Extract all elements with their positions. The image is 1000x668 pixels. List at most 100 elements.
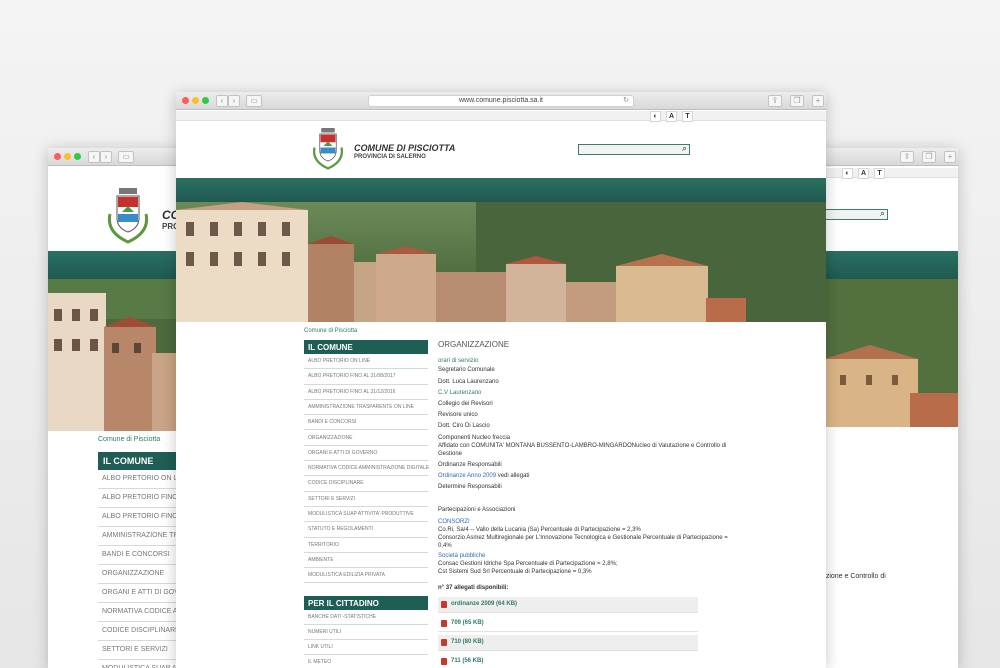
ordinanze-anno-link[interactable]: Ordinanze Anno 2009 bbox=[438, 473, 496, 479]
societa-link[interactable]: Società pubbliche bbox=[438, 553, 485, 559]
consorzi-link[interactable]: CONSORZI bbox=[438, 519, 470, 525]
back-icon[interactable]: ‹ bbox=[216, 95, 228, 107]
orari-link[interactable]: orari di servizio bbox=[438, 358, 478, 364]
zoom-dot-icon[interactable] bbox=[202, 97, 209, 104]
zoom-dot-icon[interactable] bbox=[74, 153, 81, 160]
back-icon[interactable]: ‹ bbox=[88, 151, 100, 163]
search-input[interactable]: ⌕ bbox=[578, 143, 690, 155]
attachment-link[interactable]: 710 (80 KB) bbox=[451, 639, 484, 645]
tabs-icon[interactable]: ❐ bbox=[790, 95, 804, 107]
sidebar-item[interactable]: STATUTO E REGOLAMENTI bbox=[304, 522, 428, 538]
back-sidebar-item[interactable]: ORGANIZZAZIONE bbox=[98, 565, 178, 584]
sidebar-item[interactable]: MODULISTICA SUAP ATTIVITA' PRODUTTIVE bbox=[304, 507, 428, 523]
revisore-label: Revisore unico bbox=[438, 412, 478, 418]
citizen-menu-item[interactable]: IL METEO bbox=[304, 655, 428, 668]
contrast-button[interactable]: ◐ bbox=[650, 111, 661, 122]
attachment-row[interactable]: 710 (80 KB) bbox=[438, 635, 698, 651]
sidebar-item[interactable]: AMMINISTRAZIONE TRASPARENTE ON LINE bbox=[304, 399, 428, 416]
plus-icon[interactable]: + bbox=[944, 151, 956, 163]
search-icon[interactable]: ⌕ bbox=[682, 143, 687, 154]
sidebar-item-label: ORGANI E ATTI DI GOVERNO bbox=[308, 449, 378, 456]
citizen-menu-item[interactable]: BANCHE DATI -STATISTICHE bbox=[304, 610, 428, 625]
back-sidebar-item[interactable]: NORMATIVA CODICE AMMIN bbox=[98, 603, 196, 622]
share-icon[interactable]: ⇪ bbox=[768, 95, 782, 107]
sidebar-item-label: SETTORI E SERVIZI bbox=[308, 495, 356, 502]
back-sidebar-item[interactable]: SETTORI E SERVIZI bbox=[98, 641, 178, 660]
back-sidebar-item[interactable]: MODULISTICA SUAP ATTIV bbox=[98, 660, 191, 668]
sidebar-item[interactable]: MODULISTICA EDILIZIA PRIVATA bbox=[304, 568, 428, 584]
attachment-link[interactable]: 709 (65 KB) bbox=[451, 620, 484, 626]
sidebar-item[interactable]: ORGANI E ATTI DI GOVERNO bbox=[304, 445, 428, 462]
browser-toolbar-front: ‹ › ▭ www.comune.pisciotta.sa.it ↻ ⇪ ❐ + bbox=[176, 92, 826, 110]
sidebar-item-label: ALBO PRETORIO FINO AL 31/08/2017 bbox=[308, 373, 396, 380]
back-breadcrumb[interactable]: Comune di Pisciotta bbox=[98, 436, 160, 443]
minimize-dot-icon[interactable] bbox=[64, 153, 71, 160]
close-dot-icon[interactable] bbox=[182, 97, 189, 104]
back-sidebar-item-label: SETTORI E SERVIZI bbox=[102, 646, 168, 653]
sidebar-item[interactable]: ALBO PRETORIO ON LINE bbox=[304, 354, 428, 370]
coat-of-arms-logo bbox=[104, 186, 152, 246]
back-sidebar-item[interactable]: AMMINISTRAZIONE TRASPA bbox=[98, 527, 197, 546]
back-sidebar-item[interactable]: CODICE DISCIPLINARE bbox=[98, 622, 180, 641]
forward-icon[interactable]: › bbox=[100, 151, 112, 163]
sidebar-item-label: TERRITORIO bbox=[308, 541, 339, 548]
back-sidebar-item[interactable]: ALBO PRETORIO FINO AL 31 bbox=[98, 489, 197, 508]
sidebar-item-label: AMMINISTRAZIONE TRASPARENTE ON LINE bbox=[308, 403, 414, 410]
citizen-menu-item-label: IL METEO bbox=[308, 659, 332, 665]
text-only-button[interactable]: T bbox=[682, 111, 693, 122]
text-only-button[interactable]: T bbox=[874, 168, 885, 179]
affidato-text-2: Gestione bbox=[438, 451, 463, 457]
sidebar-item[interactable]: ALBO PRETORIO FINO AL 31/12/2016 bbox=[304, 384, 428, 400]
contrast-button[interactable]: ◐ bbox=[842, 168, 853, 179]
sidebar-item-label: CODICE DISCIPLINARE bbox=[308, 480, 364, 487]
font-size-button[interactable]: A bbox=[858, 168, 869, 179]
citizen-menu-item[interactable]: LINK UTILI bbox=[304, 640, 428, 655]
back-sidebar-item[interactable]: ALBO PRETORIO FINO AL 31 bbox=[98, 508, 197, 527]
address-bar[interactable]: www.comune.pisciotta.sa.it ↻ bbox=[368, 95, 634, 107]
browser-window-front: ‹ › ▭ www.comune.pisciotta.sa.it ↻ ⇪ ❐ +… bbox=[176, 92, 826, 668]
minimize-dot-icon[interactable] bbox=[192, 97, 199, 104]
cv-link[interactable]: C.V Laurenzano bbox=[438, 390, 481, 396]
consac-text: Consac Gestioni Idriche Spa Percentuale … bbox=[438, 561, 618, 567]
close-dot-icon[interactable] bbox=[54, 153, 61, 160]
back-sidebar-item[interactable]: ORGANI E ATTI DI GOVERNO bbox=[98, 584, 199, 603]
attachment-row[interactable]: ordinanze 2009 (64 KB) bbox=[438, 597, 698, 613]
sidebar-item-label: BANDI E CONCORSI bbox=[308, 419, 357, 426]
sidebar-toggle-icon[interactable]: ▭ bbox=[246, 95, 262, 107]
allegati-count: n° 37 allegati disponibili: bbox=[438, 585, 509, 591]
sidebar-item-label: NORMATIVA CODICE AMMINISTRAZIONE DIGITAL… bbox=[308, 465, 430, 472]
address-url: www.comune.pisciotta.sa.it bbox=[458, 97, 544, 104]
citizen-menu-item[interactable]: NUMERI UTILI bbox=[304, 625, 428, 640]
pdf-icon bbox=[441, 620, 447, 627]
breadcrumb[interactable]: Comune di Pisciotta bbox=[304, 328, 357, 334]
sidebar-item[interactable]: ALBO PRETORIO FINO AL 31/08/2017 bbox=[304, 369, 428, 385]
attachment-link[interactable]: ordinanze 2009 (64 KB) bbox=[451, 601, 517, 607]
sidebar-toggle-icon[interactable]: ▭ bbox=[118, 151, 134, 163]
attachment-link[interactable]: 711 (56 KB) bbox=[451, 658, 483, 664]
share-icon[interactable]: ⇪ bbox=[900, 151, 914, 163]
sidebar-item[interactable]: NORMATIVA CODICE AMMINISTRAZIONE DIGITAL… bbox=[304, 461, 430, 477]
back-sidebar-item-label: ORGANIZZAZIONE bbox=[102, 570, 165, 577]
laurenzano-text: Dott. Luca Laurenzano bbox=[438, 379, 499, 385]
attachment-row[interactable]: 709 (65 KB) bbox=[438, 616, 698, 632]
reload-icon[interactable]: ↻ bbox=[623, 96, 629, 106]
sidebar-item[interactable]: AMBIENTE bbox=[304, 552, 428, 569]
plus-icon[interactable]: + bbox=[812, 95, 824, 107]
tabs-icon[interactable]: ❐ bbox=[922, 151, 936, 163]
search-icon[interactable]: ⌕ bbox=[880, 208, 885, 219]
back-sidebar-item[interactable]: BANDI E CONCORSI bbox=[98, 546, 178, 565]
site-title[interactable]: COMUNE DI PISCIOTTA bbox=[354, 143, 455, 153]
attachment-row[interactable]: 711 (56 KB) bbox=[438, 654, 698, 668]
back-sidebar-item[interactable]: ALBO PRETORIO ON LINE bbox=[98, 470, 189, 489]
font-size-button[interactable]: A bbox=[666, 111, 677, 122]
sidebar-item[interactable]: SETTORI E SERVIZI bbox=[304, 491, 428, 507]
sidebar-item-label: ORGANIZZAZIONE bbox=[308, 434, 353, 441]
segretario-label: Segretario Comunale bbox=[438, 367, 495, 373]
forward-icon[interactable]: › bbox=[228, 95, 240, 107]
citizen-menu-item-label: NUMERI UTILI bbox=[308, 629, 342, 635]
sidebar-item[interactable]: CODICE DISCIPLINARE bbox=[304, 476, 428, 492]
sidebar-item[interactable]: TERRITORIO bbox=[304, 537, 428, 553]
sidebar-item[interactable]: BANDI E CONCORSI bbox=[304, 415, 428, 431]
sidebar-item[interactable]: ORGANIZZAZIONE bbox=[304, 430, 428, 446]
nucleo-label: Componenti Nucleo freccia bbox=[438, 435, 511, 441]
